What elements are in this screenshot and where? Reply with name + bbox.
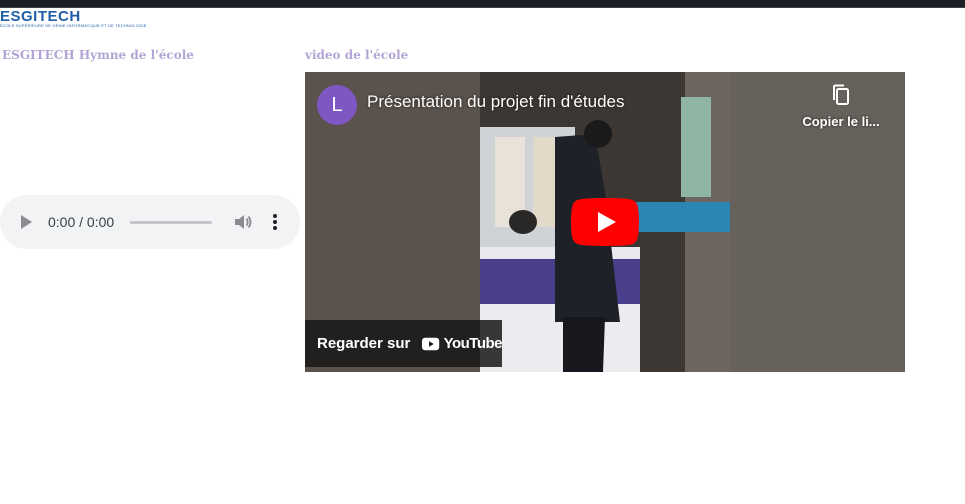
- audio-heading: ESGITECH Hymne de l'école: [2, 48, 194, 62]
- youtube-wordmark: YouTube: [443, 335, 503, 352]
- copy-icon: [833, 84, 849, 105]
- play-button[interactable]: [14, 195, 38, 249]
- more-options-button[interactable]: [264, 195, 286, 249]
- video-play-button[interactable]: [571, 198, 639, 246]
- youtube-play-icon: [571, 198, 639, 246]
- esgitech-logo[interactable]: ESGITECH ÉCOLE SUPÉRIEURE DE GÉNIE INFOR…: [0, 8, 147, 33]
- volume-icon: [235, 215, 252, 229]
- copy-link-button[interactable]: Copier le li...: [791, 84, 891, 134]
- browser-top-bar: [0, 0, 965, 8]
- audio-seek-slider[interactable]: [130, 221, 212, 224]
- mute-button[interactable]: [230, 195, 256, 249]
- youtube-embed[interactable]: L Présentation du projet fin d'études Co…: [305, 72, 905, 372]
- play-icon: [21, 215, 32, 229]
- youtube-logo-icon: [422, 337, 440, 350]
- video-heading: video de l'école: [305, 48, 409, 62]
- copy-link-label: Copier le li...: [802, 114, 880, 129]
- watch-on-youtube-button[interactable]: Regarder sur YouTube: [305, 320, 503, 367]
- watch-on-label: Regarder sur: [317, 335, 411, 352]
- audio-player[interactable]: 0:00 / 0:00: [0, 195, 300, 249]
- more-vert-icon: [273, 214, 277, 230]
- video-title[interactable]: Présentation du projet fin d'études: [367, 92, 624, 112]
- logo-text: ESGITECH: [0, 8, 81, 25]
- channel-avatar[interactable]: L: [317, 85, 357, 125]
- logo-subtext: ÉCOLE SUPÉRIEURE DE GÉNIE INFORMATIQUE E…: [0, 23, 147, 28]
- audio-time: 0:00 / 0:00: [48, 214, 115, 230]
